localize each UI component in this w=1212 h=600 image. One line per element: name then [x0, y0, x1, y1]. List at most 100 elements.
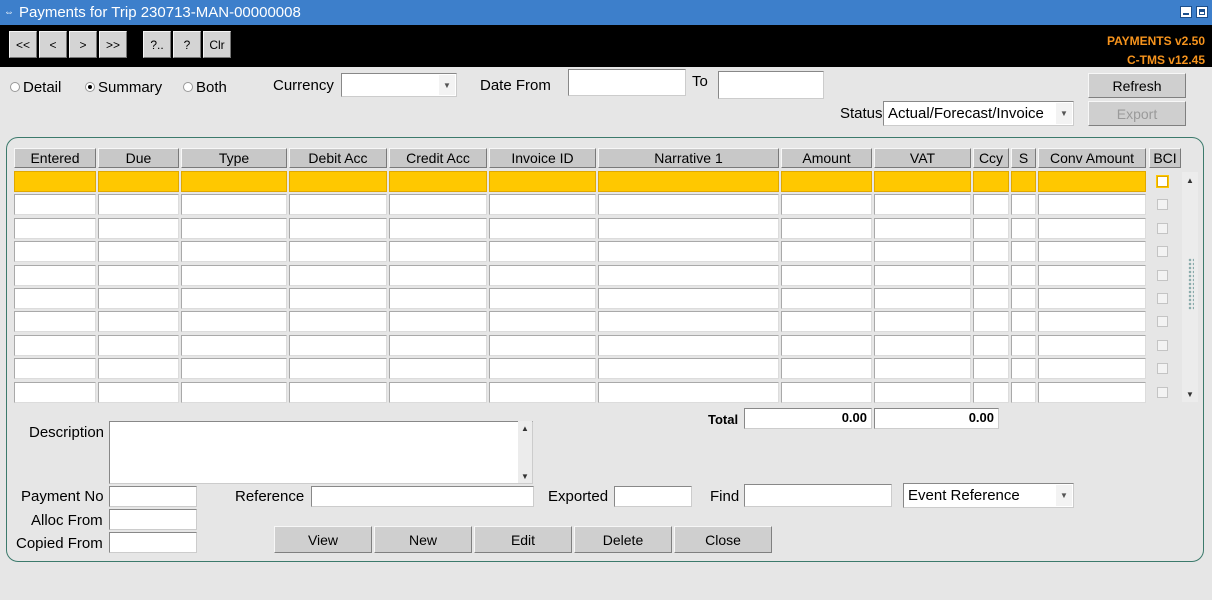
- cell-s[interactable]: [1011, 335, 1036, 356]
- cell-conv-amount[interactable]: [1038, 265, 1146, 286]
- cell-conv-amount[interactable]: [1038, 335, 1146, 356]
- cell-ccy[interactable]: [973, 335, 1009, 356]
- cell-narrative-1[interactable]: [598, 265, 779, 286]
- cell-vat[interactable]: [874, 382, 971, 403]
- cell-credit-acc[interactable]: [389, 171, 487, 192]
- col-header-ccy[interactable]: Ccy: [973, 148, 1009, 168]
- cell-debit-acc[interactable]: [289, 171, 387, 192]
- cell-entered[interactable]: [14, 241, 96, 262]
- bci-checkbox[interactable]: [1157, 270, 1168, 281]
- col-header-invoice-id[interactable]: Invoice ID: [489, 148, 596, 168]
- cell-amount[interactable]: [781, 171, 872, 192]
- cell-due[interactable]: [98, 241, 179, 262]
- export-button[interactable]: Export: [1088, 101, 1186, 126]
- cell-conv-amount[interactable]: [1038, 382, 1146, 403]
- cell-type[interactable]: [181, 241, 287, 262]
- cell-invoice-id[interactable]: [489, 311, 596, 332]
- cell-type[interactable]: [181, 194, 287, 215]
- cell-s[interactable]: [1011, 358, 1036, 379]
- cell-entered[interactable]: [14, 382, 96, 403]
- cell-vat[interactable]: [874, 218, 971, 239]
- cell-narrative-1[interactable]: [598, 218, 779, 239]
- col-header-due[interactable]: Due: [98, 148, 179, 168]
- cell-s[interactable]: [1011, 194, 1036, 215]
- cell-type[interactable]: [181, 171, 287, 192]
- cell-s[interactable]: [1011, 288, 1036, 309]
- description-scrollbar[interactable]: ▲ ▼: [518, 421, 532, 483]
- cell-conv-amount[interactable]: [1038, 171, 1146, 192]
- cell-credit-acc[interactable]: [389, 335, 487, 356]
- cell-ccy[interactable]: [973, 241, 1009, 262]
- cell-amount[interactable]: [781, 335, 872, 356]
- cell-amount[interactable]: [781, 382, 872, 403]
- cell-invoice-id[interactable]: [489, 171, 596, 192]
- exported-input[interactable]: [614, 486, 692, 507]
- cell-ccy[interactable]: [973, 382, 1009, 403]
- cell-vat[interactable]: [874, 265, 971, 286]
- cell-s[interactable]: [1011, 218, 1036, 239]
- last-record-button[interactable]: >>: [99, 31, 127, 58]
- status-select[interactable]: Actual/Forecast/Invoice ▼: [883, 101, 1074, 126]
- cell-vat[interactable]: [874, 288, 971, 309]
- summary-radio[interactable]: [85, 82, 95, 92]
- cell-due[interactable]: [98, 335, 179, 356]
- first-record-button[interactable]: <<: [9, 31, 37, 58]
- clear-button[interactable]: Clr: [203, 31, 231, 58]
- cell-s[interactable]: [1011, 241, 1036, 262]
- cell-type[interactable]: [181, 288, 287, 309]
- cell-narrative-1[interactable]: [598, 358, 779, 379]
- cell-entered[interactable]: [14, 194, 96, 215]
- col-header-credit-acc[interactable]: Credit Acc: [389, 148, 487, 168]
- bci-checkbox[interactable]: [1157, 316, 1168, 327]
- cell-narrative-1[interactable]: [598, 382, 779, 403]
- col-header-type[interactable]: Type: [181, 148, 287, 168]
- cell-entered[interactable]: [14, 218, 96, 239]
- cell-conv-amount[interactable]: [1038, 358, 1146, 379]
- cell-ccy[interactable]: [973, 171, 1009, 192]
- find-input[interactable]: [744, 484, 892, 507]
- cell-amount[interactable]: [781, 288, 872, 309]
- alloc-from-input[interactable]: [109, 509, 197, 530]
- cell-amount[interactable]: [781, 194, 872, 215]
- cell-conv-amount[interactable]: [1038, 194, 1146, 215]
- maximize-icon[interactable]: [1196, 6, 1208, 18]
- cell-narrative-1[interactable]: [598, 194, 779, 215]
- cell-debit-acc[interactable]: [289, 194, 387, 215]
- copied-from-input[interactable]: [109, 532, 197, 553]
- cell-vat[interactable]: [874, 171, 971, 192]
- cell-invoice-id[interactable]: [489, 288, 596, 309]
- scroll-down-icon[interactable]: ▼: [518, 469, 532, 483]
- new-button[interactable]: New: [374, 526, 472, 553]
- bci-checkbox[interactable]: [1157, 363, 1168, 374]
- cell-entered[interactable]: [14, 358, 96, 379]
- reference-input[interactable]: [311, 486, 534, 507]
- cell-entered[interactable]: [14, 265, 96, 286]
- description-textarea[interactable]: [109, 421, 533, 484]
- bci-checkbox[interactable]: [1157, 387, 1168, 398]
- cell-narrative-1[interactable]: [598, 171, 779, 192]
- cell-amount[interactable]: [781, 218, 872, 239]
- cell-vat[interactable]: [874, 335, 971, 356]
- cell-ccy[interactable]: [973, 218, 1009, 239]
- cell-invoice-id[interactable]: [489, 358, 596, 379]
- cell-due[interactable]: [98, 382, 179, 403]
- cell-debit-acc[interactable]: [289, 311, 387, 332]
- help-button[interactable]: ?: [173, 31, 201, 58]
- detail-radio[interactable]: [10, 82, 20, 92]
- cell-due[interactable]: [98, 218, 179, 239]
- cell-debit-acc[interactable]: [289, 265, 387, 286]
- cell-invoice-id[interactable]: [489, 335, 596, 356]
- cell-entered[interactable]: [14, 171, 96, 192]
- cell-due[interactable]: [98, 311, 179, 332]
- cell-conv-amount[interactable]: [1038, 311, 1146, 332]
- cell-invoice-id[interactable]: [489, 194, 596, 215]
- cell-s[interactable]: [1011, 311, 1036, 332]
- cell-invoice-id[interactable]: [489, 382, 596, 403]
- cell-due[interactable]: [98, 358, 179, 379]
- cell-credit-acc[interactable]: [389, 241, 487, 262]
- cell-type[interactable]: [181, 358, 287, 379]
- cell-vat[interactable]: [874, 194, 971, 215]
- cell-conv-amount[interactable]: [1038, 218, 1146, 239]
- cell-debit-acc[interactable]: [289, 358, 387, 379]
- cell-narrative-1[interactable]: [598, 241, 779, 262]
